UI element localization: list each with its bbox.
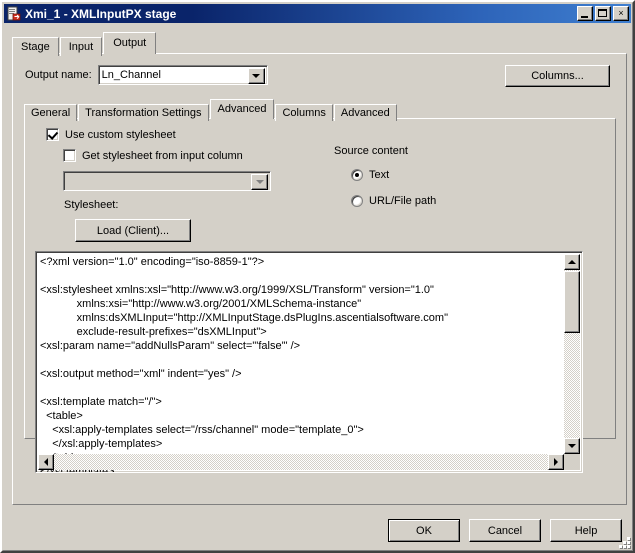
- use-custom-stylesheet-row[interactable]: Use custom stylesheet: [46, 128, 176, 141]
- source-content-text-row[interactable]: Text: [351, 169, 389, 181]
- use-custom-stylesheet-label: Use custom stylesheet: [65, 128, 176, 141]
- scroll-up-button[interactable]: [564, 254, 580, 270]
- source-content-text-label: Text: [369, 169, 390, 181]
- scrollbar-corner: [564, 454, 580, 470]
- resize-grip[interactable]: [617, 535, 630, 548]
- window-title: Xmi_1 - XMLInputPX stage: [25, 6, 177, 21]
- output-name-value: Ln_Channel: [101, 69, 161, 81]
- outer-tab-strip: Stage Input Output: [12, 32, 627, 56]
- input-column-combo[interactable]: [63, 171, 271, 191]
- tab-output[interactable]: Output: [103, 32, 157, 54]
- source-content-url-radio[interactable]: [351, 195, 363, 207]
- chevron-down-icon-input-column[interactable]: [251, 174, 268, 190]
- maximize-button[interactable]: [595, 6, 611, 21]
- get-stylesheet-from-input-column-label: Get stylesheet from input column: [82, 149, 243, 162]
- help-button[interactable]: Help: [550, 519, 622, 542]
- dialog-window: Xmi_1 - XMLInputPX stage × Stage Input O…: [0, 0, 635, 553]
- scroll-right-button[interactable]: [548, 454, 564, 470]
- title-bar[interactable]: Xmi_1 - XMLInputPX stage ×: [4, 4, 631, 23]
- scroll-left-button[interactable]: [38, 454, 54, 470]
- tab-general[interactable]: General: [24, 104, 78, 121]
- source-content-url-label: URL/File path: [369, 195, 437, 207]
- title-bar-buttons: ×: [577, 6, 630, 21]
- get-stylesheet-from-input-column-checkbox[interactable]: [63, 149, 76, 162]
- output-name-row: Output name: Ln_Channel: [25, 65, 268, 85]
- advanced-tab-panel: Use custom stylesheet Get stylesheet fro…: [24, 118, 616, 473]
- tab-transformation-settings[interactable]: Transformation Settings: [78, 104, 209, 121]
- output-tab-panel: Output name: Ln_Channel Columns... Gener…: [12, 53, 627, 505]
- tab-stage[interactable]: Stage: [12, 37, 59, 56]
- tab-input[interactable]: Input: [59, 37, 103, 56]
- vertical-scrollbar[interactable]: [564, 254, 580, 454]
- stylesheet-text-area[interactable]: <?xml version="1.0" encoding="iso-8859-1…: [35, 251, 583, 473]
- source-content-text-radio[interactable]: [351, 169, 363, 181]
- tab-advanced-2[interactable]: Advanced: [333, 104, 397, 121]
- load-client-button[interactable]: Load (Client)...: [75, 219, 191, 242]
- minimize-button[interactable]: [577, 6, 593, 21]
- chevron-down-icon[interactable]: [247, 68, 265, 84]
- close-button[interactable]: ×: [613, 6, 629, 21]
- horizontal-scrollbar[interactable]: [38, 454, 564, 470]
- get-stylesheet-from-input-column-row[interactable]: Get stylesheet from input column: [63, 149, 243, 162]
- tab-columns[interactable]: Columns: [275, 104, 333, 121]
- output-name-label: Output name:: [25, 69, 92, 81]
- stylesheet-text-content: <?xml version="1.0" encoding="iso-8859-1…: [40, 256, 448, 472]
- output-name-combo[interactable]: Ln_Channel: [97, 65, 268, 85]
- scroll-down-button[interactable]: [564, 438, 580, 454]
- tab-advanced[interactable]: Advanced: [209, 99, 275, 119]
- ok-button[interactable]: OK: [388, 519, 460, 542]
- source-content-url-row[interactable]: URL/File path: [351, 195, 436, 207]
- inner-tab-strip: General Transformation Settings Advanced…: [24, 99, 616, 121]
- cancel-button[interactable]: Cancel: [469, 519, 541, 542]
- horizontal-scroll-track[interactable]: [38, 454, 564, 470]
- dialog-button-bar: OK Cancel Help: [388, 519, 622, 542]
- use-custom-stylesheet-checkbox[interactable]: [46, 128, 59, 141]
- xml-stage-icon: [6, 6, 22, 22]
- source-content-label: Source content: [334, 145, 408, 157]
- columns-button[interactable]: Columns...: [505, 65, 610, 87]
- stylesheet-label: Stylesheet:: [64, 199, 119, 211]
- vertical-scroll-thumb[interactable]: [564, 271, 580, 333]
